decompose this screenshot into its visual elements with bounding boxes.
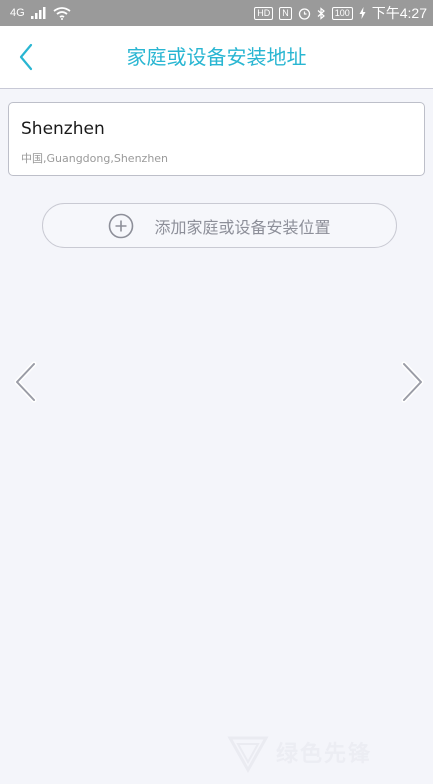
battery-icon: 100 [331, 6, 353, 20]
plus-circle-icon [108, 213, 134, 239]
address-detail: 中国,Guangdong,Shenzhen [21, 152, 169, 165]
previous-arrow-button[interactable] [10, 360, 40, 404]
bluetooth-icon [317, 6, 325, 20]
add-location-label: 添加家庭或设备安装位置 [154, 217, 331, 237]
app-header: 家庭或设备安装地址 [0, 26, 433, 89]
alarm-icon [298, 7, 310, 20]
back-button[interactable] [10, 40, 42, 74]
status-right: HD N 100 下午4:27 [254, 3, 427, 23]
signal-icon [30, 7, 46, 19]
watermark: 绿色先锋 [226, 724, 426, 779]
charging-icon [359, 7, 366, 19]
chevron-left-icon [19, 43, 33, 71]
wifi-icon [53, 6, 71, 20]
address-card[interactable]: Shenzhen 中国,Guangdong,Shenzhen [8, 102, 425, 176]
status-left: 4G [10, 6, 71, 20]
page-title: 家庭或设备安装地址 [126, 45, 307, 69]
next-arrow-button[interactable] [398, 360, 428, 404]
watermark-logo-icon [227, 736, 269, 773]
status-time: 下午4:27 [371, 5, 427, 21]
address-name: Shenzhen [21, 119, 105, 139]
chevron-left-icon [14, 361, 37, 403]
nfc-icon: N [279, 6, 292, 20]
watermark-text: 绿色先锋 [276, 741, 373, 767]
chevron-right-icon [401, 361, 424, 403]
network-type: 4G [10, 7, 25, 19]
status-bar: 4G HD N 100 下午4:27 [0, 0, 433, 26]
hd-badge: HD [254, 6, 274, 20]
add-location-button[interactable]: 添加家庭或设备安装位置 [42, 203, 397, 248]
